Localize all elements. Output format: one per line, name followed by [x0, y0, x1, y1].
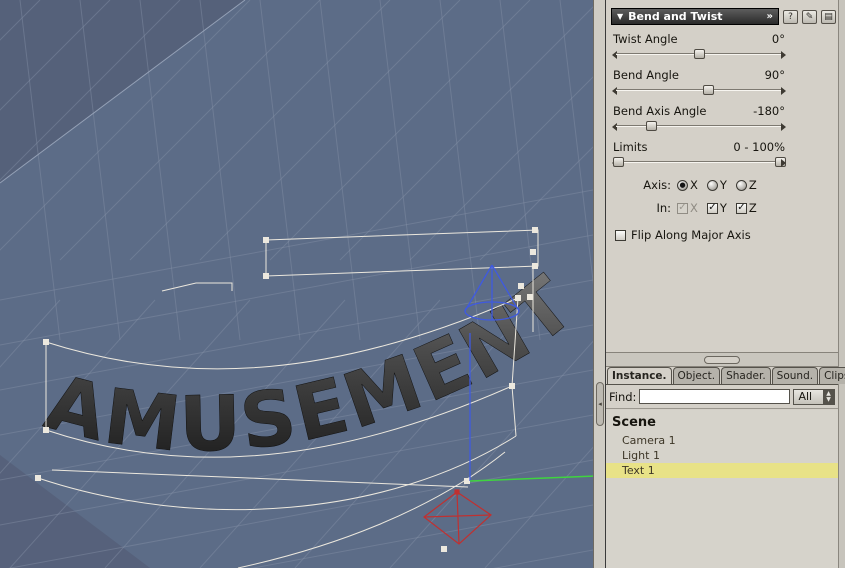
scene-root-label[interactable]: Scene	[606, 410, 838, 433]
twist-angle-slider[interactable]	[612, 48, 786, 61]
bend-angle-slider[interactable]	[612, 84, 786, 97]
edit-icon[interactable]: ✎	[802, 9, 817, 24]
in-z-option[interactable]: ✓ Z	[735, 201, 757, 215]
filter-dropdown[interactable]: All ▲ ▼	[793, 388, 835, 405]
axis-x-option[interactable]: ● X	[677, 178, 698, 192]
axis-z-option[interactable]: Z	[735, 178, 757, 192]
chevron-icon[interactable]: »	[767, 11, 773, 22]
limits-value[interactable]: 0 - 100%	[733, 140, 785, 154]
tree-item-camera[interactable]: Camera 1	[606, 433, 838, 448]
properties-panel: ▼ Bend and Twist » ? ✎ ▤ Twist Angle 0°	[606, 0, 845, 568]
panel-collapse-handle[interactable]: ◂	[596, 382, 604, 426]
in-row: In: ✓ X ✓ Y ✓ Z	[613, 201, 785, 215]
twist-angle-value[interactable]: 0°	[772, 32, 785, 46]
pages-icon[interactable]: ▤	[821, 9, 836, 24]
viewport-canvas[interactable]: AMUSEMENT	[0, 0, 593, 568]
in-y-checkbox[interactable]: ✓	[706, 202, 718, 214]
axis-row: Axis: ● X Y Z	[613, 178, 785, 192]
flip-label: Flip Along Major Axis	[631, 228, 751, 242]
tab-sound[interactable]: Sound.	[771, 367, 819, 384]
in-label: In:	[656, 201, 671, 215]
limits-low-thumb[interactable]	[613, 157, 625, 167]
axis-label: Axis:	[643, 178, 671, 192]
slider-right-cap	[781, 123, 786, 131]
slider-thumb[interactable]	[645, 121, 657, 131]
panel-divider[interactable]	[606, 352, 838, 367]
bend-and-twist-panel: ▼ Bend and Twist » ? ✎ ▤ Twist Angle 0°	[606, 0, 838, 352]
bend-angle-param: Bend Angle 90°	[612, 68, 786, 97]
bend-axis-angle-param: Bend Axis Angle -180°	[612, 104, 786, 133]
axis-y-radio[interactable]	[706, 179, 718, 191]
tab-object[interactable]: Object.	[672, 367, 721, 384]
bend-panel-header[interactable]: ▼ Bend and Twist »	[611, 8, 779, 25]
axis-z-radio[interactable]	[735, 179, 747, 191]
tree-item-text[interactable]: Text 1	[606, 463, 838, 478]
scene-browser: Instance. Object. Shader. Sound. Clips F…	[606, 367, 845, 568]
bend-axis-angle-slider[interactable]	[612, 120, 786, 133]
collapse-arrow-icon: ◂	[598, 400, 602, 408]
in-z-checkbox[interactable]: ✓	[735, 202, 747, 214]
find-label: Find:	[609, 389, 637, 404]
bend-angle-label: Bend Angle	[613, 68, 679, 82]
divider-handle[interactable]	[704, 355, 740, 364]
limits-label: Limits	[613, 140, 648, 154]
browser-tabs: Instance. Object. Shader. Sound. Clips	[606, 367, 845, 385]
find-input[interactable]	[639, 389, 791, 404]
tab-shader[interactable]: Shader.	[721, 367, 771, 384]
help-icon[interactable]: ?	[783, 9, 798, 24]
scene-tree: Scene Camera 1 Light 1 Text 1	[606, 410, 838, 568]
bend-axis-angle-value[interactable]: -180°	[753, 104, 785, 118]
tab-instance[interactable]: Instance.	[607, 367, 672, 384]
slider-track[interactable]	[616, 89, 782, 91]
slider-track[interactable]	[616, 125, 782, 127]
slider-track[interactable]	[616, 161, 782, 163]
application-window: AMUSEMENT ◂ ▼ Bend and Twist » ? ✎ ▤ Twi…	[0, 0, 845, 568]
in-y-option[interactable]: ✓ Y	[706, 201, 727, 215]
in-x-option: ✓ X	[677, 201, 698, 215]
twist-angle-param: Twist Angle 0°	[612, 32, 786, 61]
3d-viewport[interactable]: AMUSEMENT	[0, 0, 593, 568]
flip-row[interactable]: Flip Along Major Axis	[615, 228, 838, 242]
tab-clips[interactable]: Clips	[819, 367, 845, 384]
limits-slider[interactable]	[612, 156, 786, 169]
panel-scrollbar[interactable]	[838, 0, 845, 568]
axis-y-option[interactable]: Y	[706, 178, 727, 192]
expander-triangle-icon[interactable]: ▼	[617, 12, 623, 21]
slider-right-cap	[781, 159, 786, 167]
slider-thumb[interactable]	[702, 85, 714, 95]
twist-angle-label: Twist Angle	[613, 32, 678, 46]
panel-gutter: ◂	[593, 0, 606, 568]
dropdown-arrows-icon[interactable]: ▲ ▼	[823, 389, 834, 404]
limits-param: Limits 0 - 100%	[612, 140, 786, 169]
in-x-checkbox: ✓	[677, 202, 688, 214]
find-row: Find: All ▲ ▼	[606, 385, 838, 409]
bend-axis-angle-label: Bend Axis Angle	[613, 104, 707, 118]
bend-panel-title: Bend and Twist	[628, 10, 723, 23]
tree-item-light[interactable]: Light 1	[606, 448, 838, 463]
bend-angle-value[interactable]: 90°	[765, 68, 785, 82]
filter-value: All	[798, 390, 813, 403]
axis-x-radio[interactable]: ●	[677, 179, 688, 191]
slider-right-cap	[781, 51, 786, 59]
slider-thumb[interactable]	[694, 49, 705, 59]
slider-right-cap	[781, 87, 786, 95]
flip-checkbox[interactable]	[615, 229, 626, 241]
